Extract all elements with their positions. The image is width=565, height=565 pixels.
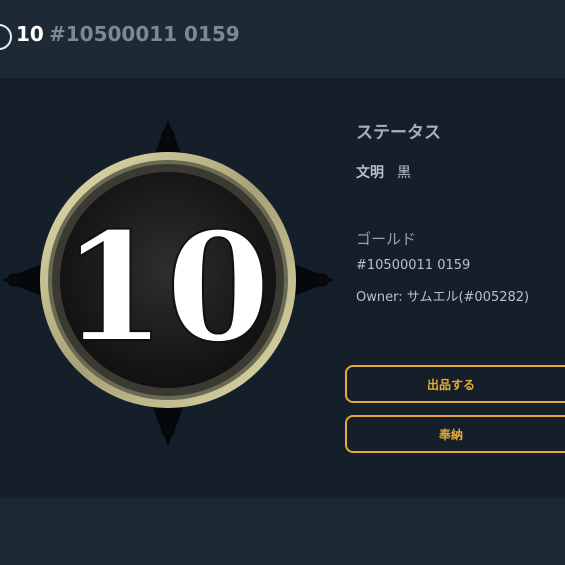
gold-id: #10500011 0159 — [356, 258, 471, 273]
back-icon[interactable] — [0, 24, 12, 50]
gold-label: ゴールド — [356, 230, 417, 248]
status-heading: ステータス — [356, 123, 441, 143]
civilization-label: 文明 — [356, 165, 384, 181]
coin-image: 10 — [0, 100, 345, 450]
list-for-sale-button[interactable]: 出品する — [345, 365, 565, 403]
owner-text: Owner: サムエル(#005282) — [356, 290, 530, 305]
page-title-id: #10500011 0159 — [49, 22, 240, 46]
coin-art: 10 — [2, 120, 334, 446]
offer-button[interactable]: 奉納 — [345, 415, 565, 453]
coin-number: 10 — [62, 200, 271, 376]
page-title-number: 10 — [16, 22, 44, 46]
top-bar: 10 #10500011 0159 — [0, 0, 565, 78]
civilization-value: 黒 — [397, 165, 411, 181]
bottom-area — [0, 498, 565, 565]
